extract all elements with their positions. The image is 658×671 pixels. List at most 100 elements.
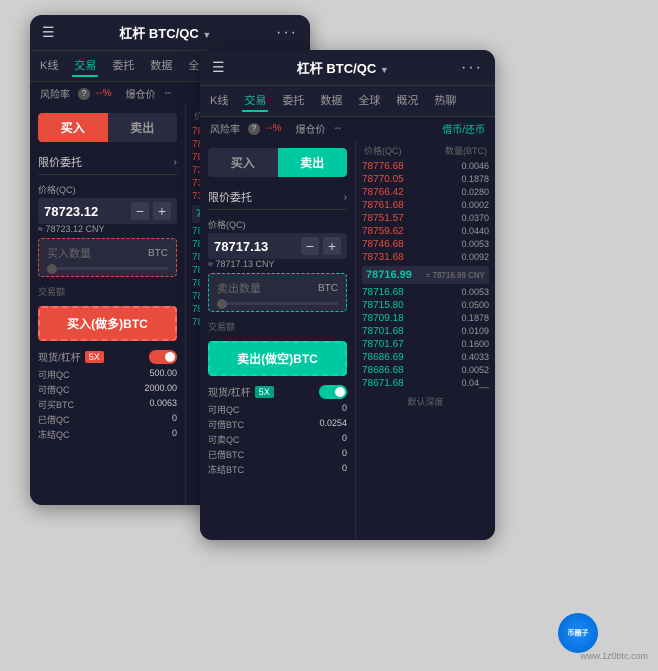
right-order-type-arrow: › [344, 192, 347, 203]
left-leverage-badge[interactable]: 5X [85, 351, 104, 363]
right-qty-col-header: 数量(BTC) [445, 144, 487, 157]
left-order-type[interactable]: 限价委托 › [38, 150, 177, 175]
right-price-label: 价格(QC) [208, 218, 347, 231]
right-nav-tabs: K线 交易 委托 数据 全球 概况 热聊 [200, 86, 495, 117]
right-stat-0: 可用QC 0 [208, 403, 347, 416]
left-buy-button[interactable]: 买入 [38, 113, 108, 142]
right-ask-6: 78746.680.0053 [362, 239, 489, 250]
left-toggle[interactable] [149, 350, 177, 364]
left-order-type-arrow: › [174, 157, 177, 168]
right-ask-3: 78761.680.0002 [362, 200, 489, 211]
right-buy-button[interactable]: 买入 [208, 148, 278, 177]
right-price-input[interactable]: 78717.13 − + [208, 233, 347, 259]
right-order-form: 买入 卖出 限价委托 › 价格(QC) 78717.13 − + ≈ 78717… [200, 140, 355, 540]
left-qiang-value: -- [165, 88, 172, 99]
right-price-minus[interactable]: − [301, 237, 319, 255]
right-stat-1-label: 可借BTC [208, 418, 244, 431]
left-header-title: 杠杆 BTC/QC ▼ [119, 23, 211, 42]
left-tab-delegate[interactable]: 委托 [110, 55, 136, 77]
right-stat-2-label: 可卖QC [208, 433, 240, 446]
right-ask-1: 78770.050.1878 [362, 174, 489, 185]
right-bid-6: 78686.680.0052 [362, 365, 489, 376]
right-header-title: 杠杆 BTC/QC ▼ [297, 58, 389, 77]
right-qiang-label: 爆仓价 [296, 121, 326, 136]
left-price-plus[interactable]: + [153, 202, 171, 220]
right-stat-0-label: 可用QC [208, 403, 240, 416]
right-borrow-return[interactable]: 借币/还币 [442, 121, 485, 136]
right-sell-button[interactable]: 卖出 [278, 148, 348, 177]
left-more-icon[interactable]: ··· [276, 24, 298, 42]
right-tab-delegate[interactable]: 委托 [280, 90, 306, 112]
right-price-plus[interactable]: + [323, 237, 341, 255]
left-cny-hint: ≈ 78723.12 CNY [38, 224, 177, 234]
right-bid-5: 78686.690.4033 [362, 352, 489, 363]
right-stat-1-value: 0.0254 [319, 418, 347, 431]
left-qty-row: 买入数量 BTC [47, 245, 168, 261]
right-tab-global[interactable]: 全球 [356, 90, 382, 112]
right-price-list: 价格(QC) 数量(BTC) 78776.680.0046 78770.050.… [355, 140, 495, 540]
left-stat-1-label: 可借QC [38, 383, 70, 396]
right-tab-data[interactable]: 数据 [318, 90, 344, 112]
left-qty-input[interactable]: 买入数量 BTC [38, 238, 177, 277]
left-price-input[interactable]: 78723.12 − + [38, 198, 177, 224]
left-qty-slider[interactable] [47, 267, 168, 270]
right-toggle[interactable] [319, 385, 347, 399]
left-risk-help[interactable]: ? [78, 88, 90, 100]
right-stat-1: 可借BTC 0.0254 [208, 418, 347, 431]
right-body: 买入 卖出 限价委托 › 价格(QC) 78717.13 − + ≈ 78717… [200, 140, 495, 540]
right-qty-unit: BTC [318, 283, 338, 294]
right-ask-5: 78759.620.0440 [362, 226, 489, 237]
left-sell-button[interactable]: 卖出 [108, 113, 178, 142]
left-leverage-label: 现货/杠杆 [38, 349, 81, 364]
left-trade-fee: 交易额 [38, 285, 177, 298]
left-header: ☰ 杠杆 BTC/QC ▼ ··· [30, 15, 310, 51]
left-buy-sell-toggle: 买入 卖出 [38, 113, 177, 142]
left-price-minus[interactable]: − [131, 202, 149, 220]
left-stat-3-value: 0 [172, 413, 177, 426]
right-stat-4-label: 冻结BTC [208, 463, 244, 476]
right-tab-chat[interactable]: 热聊 [432, 90, 458, 112]
right-more-icon[interactable]: ··· [461, 59, 483, 77]
left-risk-value: --% [96, 88, 112, 99]
right-tab-kline[interactable]: K线 [208, 90, 230, 112]
right-qty-input[interactable]: 卖出数量 BTC [208, 273, 347, 312]
right-current-price: 78716.99 ≈ 78716.99 CNY [362, 266, 489, 284]
right-menu-icon[interactable]: ☰ [212, 59, 225, 76]
right-tab-trade[interactable]: 交易 [242, 90, 268, 112]
left-qty-unit: BTC [148, 248, 168, 259]
left-order-type-label: 限价委托 [38, 154, 82, 170]
left-stat-1-value: 2000.00 [144, 383, 177, 396]
right-bid-0: 78716.680.0053 [362, 287, 489, 298]
right-order-type[interactable]: 限价委托 › [208, 185, 347, 210]
right-qty-row: 卖出数量 BTC [217, 280, 338, 296]
right-bid-3: 78701.680.0109 [362, 326, 489, 337]
right-action-button[interactable]: 卖出(做空)BTC [208, 341, 347, 376]
right-leverage-row: 现货/杠杆 5X [208, 384, 347, 399]
right-bid-1: 78715.800.0500 [362, 300, 489, 311]
left-tab-trade[interactable]: 交易 [72, 55, 98, 77]
left-stat-4-value: 0 [172, 428, 177, 441]
right-default-depth[interactable]: 默认深度 [362, 393, 489, 410]
left-qty-placeholder: 买入数量 [47, 245, 148, 261]
left-stat-2: 可买BTC 0.0063 [38, 398, 177, 411]
logo-text: 币圈子 [568, 628, 589, 638]
left-leverage-row: 现货/杠杆 5X [38, 349, 177, 364]
right-tab-overview[interactable]: 概况 [394, 90, 420, 112]
right-price-value: 78717.13 [214, 239, 301, 254]
left-order-form: 买入 卖出 限价委托 › 价格(QC) 78723.12 − + ≈ 78723… [30, 105, 185, 505]
right-order-type-label: 限价委托 [208, 189, 252, 205]
right-qty-slider[interactable] [217, 302, 338, 305]
left-menu-icon[interactable]: ☰ [42, 24, 55, 41]
right-leverage-badge[interactable]: 5X [255, 386, 274, 398]
watermark-area: 币圈子 www.1z0btc.com [580, 651, 648, 661]
left-tab-kline[interactable]: K线 [38, 55, 60, 77]
left-stat-3-label: 已借QC [38, 413, 70, 426]
right-stat-3-value: 0 [342, 448, 347, 461]
coin-logo: 币圈子 [558, 613, 598, 653]
left-qiang-label: 爆仓价 [126, 86, 156, 101]
left-action-button[interactable]: 买入(做多)BTC [38, 306, 177, 341]
right-header: ☰ 杠杆 BTC/QC ▼ ··· [200, 50, 495, 86]
right-risk-help[interactable]: ? [248, 123, 260, 135]
left-tab-data[interactable]: 数据 [148, 55, 174, 77]
right-risk-value: --% [266, 123, 282, 134]
